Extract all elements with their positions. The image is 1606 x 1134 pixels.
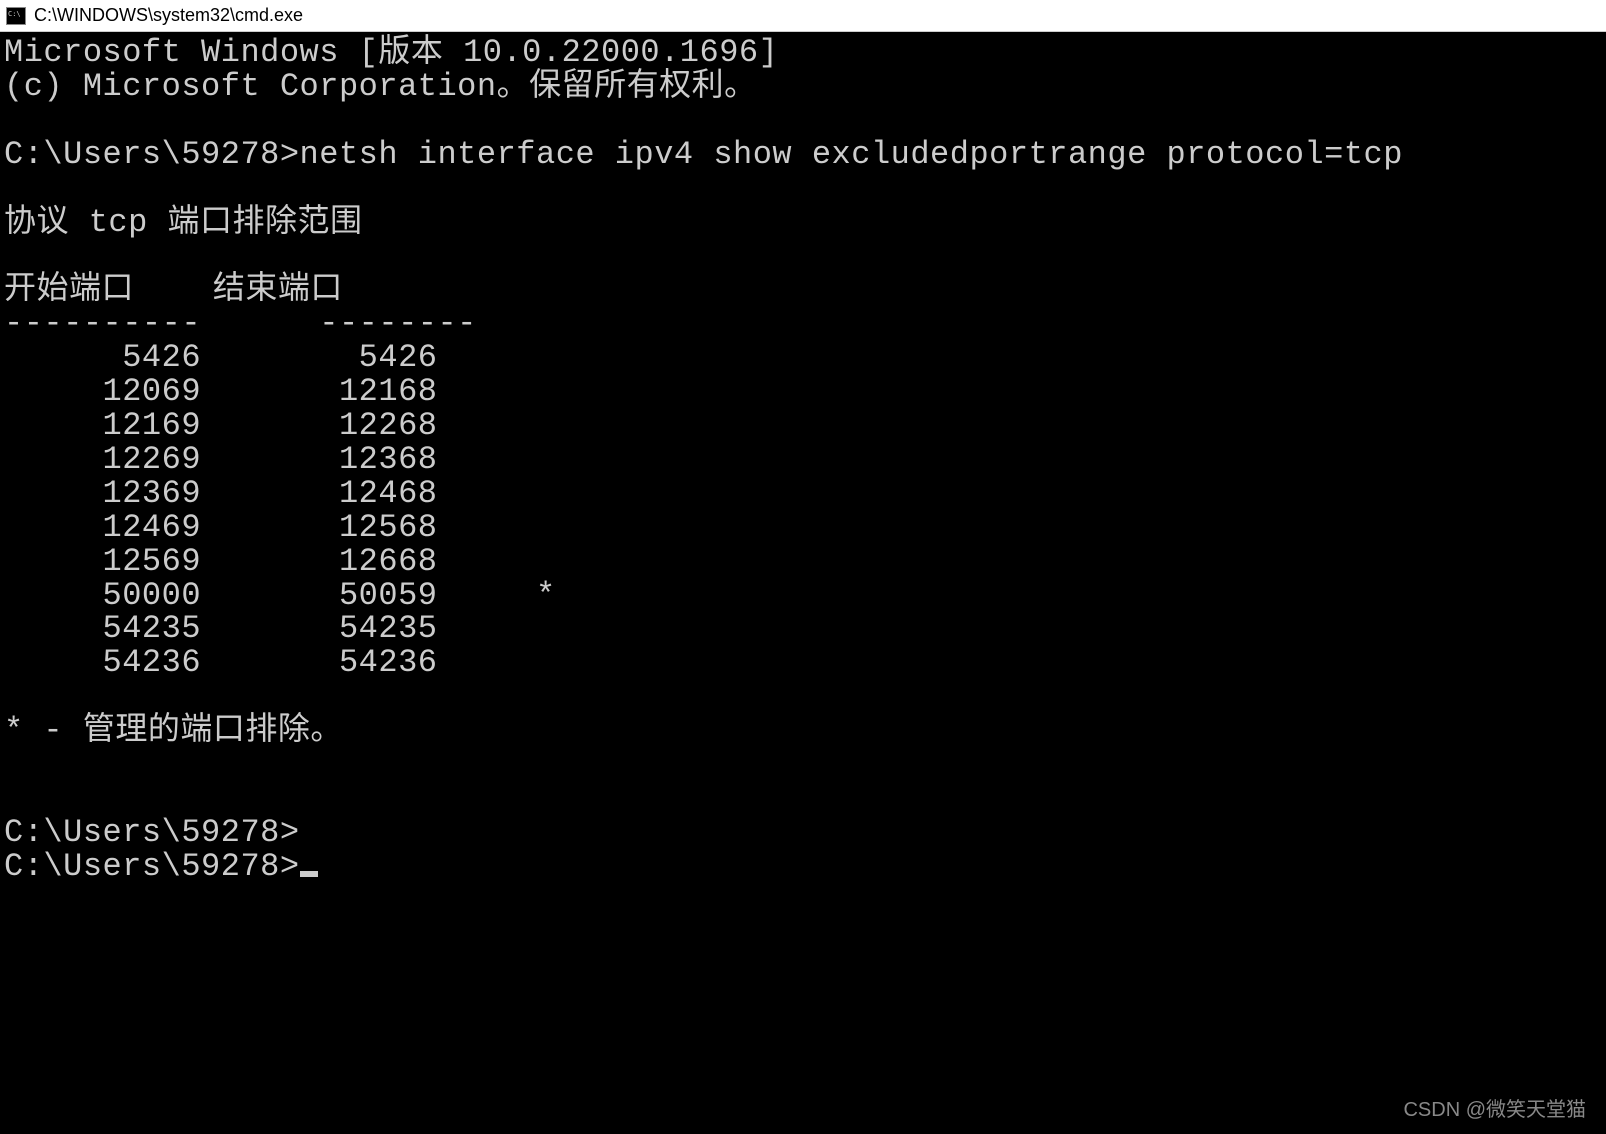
table-row: 12169 12268 xyxy=(4,407,437,444)
cmd-icon xyxy=(6,7,26,25)
version-line: Microsoft Windows [版本 10.0.22000.1696] xyxy=(4,34,778,71)
table-row: 54235 54235 xyxy=(4,610,437,647)
footnote: * - 管理的端口排除。 xyxy=(4,712,343,749)
table-row: 54236 54236 xyxy=(4,644,437,681)
prompt-line: C:\Users\59278> xyxy=(4,814,300,851)
table-row: 12569 12668 xyxy=(4,543,437,580)
table-row: 12469 12568 xyxy=(4,509,437,546)
terminal-output[interactable]: Microsoft Windows [版本 10.0.22000.1696] (… xyxy=(0,32,1606,888)
table-row: 5426 5426 xyxy=(4,339,437,376)
table-row: 12069 12168 xyxy=(4,373,437,410)
title-bar[interactable]: C:\WINDOWS\system32\cmd.exe xyxy=(0,0,1606,32)
window-title: C:\WINDOWS\system32\cmd.exe xyxy=(34,5,303,26)
command-line: C:\Users\59278>netsh interface ipv4 show… xyxy=(4,136,1403,173)
watermark: CSDN @微笑天堂猫 xyxy=(1403,1093,1586,1122)
column-header: 开始端口 结束端口 xyxy=(4,271,343,308)
copyright-line: (c) Microsoft Corporation。保留所有权利。 xyxy=(4,68,757,105)
section-header: 协议 tcp 端口排除范围 xyxy=(4,204,363,241)
table-row: 12369 12468 xyxy=(4,475,437,512)
prompt-line[interactable]: C:\Users\59278> xyxy=(4,848,300,885)
divider-line: ---------- -------- xyxy=(4,305,477,342)
table-row: 50000 50059 * xyxy=(4,577,556,614)
table-row: 12269 12368 xyxy=(4,441,437,478)
cursor xyxy=(300,871,318,877)
